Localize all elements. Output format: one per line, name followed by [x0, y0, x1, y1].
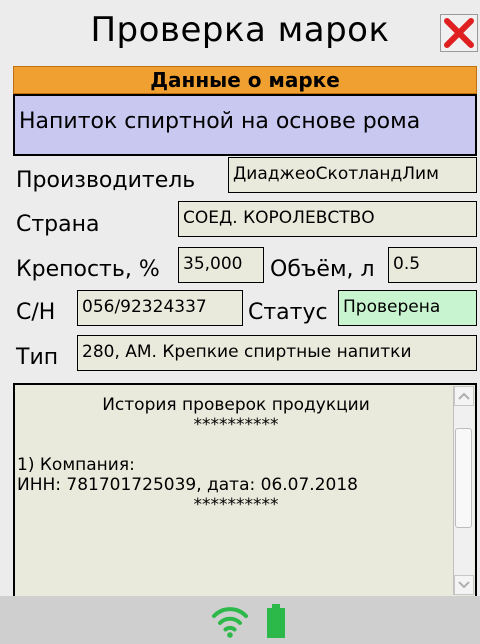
- serial-field: 056/92324337: [77, 290, 243, 326]
- status-field: Проверена: [338, 290, 477, 326]
- strength-field: 35,000: [178, 247, 264, 283]
- scroll-thumb[interactable]: [455, 428, 472, 528]
- battery-icon: [267, 604, 285, 638]
- history-line-company: 1) Компания:: [17, 455, 135, 475]
- volume-label: Объём, л: [270, 257, 375, 282]
- history-scrollbar[interactable]: [453, 386, 474, 595]
- chevron-down-icon: [458, 581, 470, 589]
- history-line-inn: ИНН: 781701725039, дата: 06.07.2018: [17, 475, 358, 495]
- manufacturer-label: Производитель: [16, 168, 196, 193]
- volume-field: 0.5: [388, 247, 477, 283]
- history-textbox[interactable]: История проверок продукции ********** 1)…: [13, 383, 477, 598]
- country-label: Страна: [16, 212, 100, 237]
- scroll-up-button[interactable]: [454, 386, 474, 406]
- country-field: СОЕД. КОРОЛЕВСТВО: [178, 201, 477, 237]
- close-button[interactable]: [440, 14, 478, 52]
- type-field: 280, АМ. Крепкие спиртные напитки: [77, 335, 477, 371]
- close-icon: [444, 18, 474, 48]
- status-bar: [0, 596, 480, 644]
- title-bar: Проверка марок: [0, 0, 480, 60]
- history-title: История проверок продукции: [102, 395, 370, 415]
- status-label: Статус: [248, 300, 328, 325]
- scroll-down-button[interactable]: [454, 575, 474, 595]
- stamp-data-header: Данные о марке: [13, 66, 477, 94]
- type-label: Тип: [16, 345, 59, 370]
- window-title: Проверка марок: [90, 10, 390, 50]
- history-separator: **********: [193, 415, 279, 435]
- product-name-field: Напиток спиртной на основе рома: [13, 94, 477, 156]
- manufacturer-field: ДиаджеоСкотландЛим: [228, 157, 477, 193]
- history-separator-end: **********: [193, 495, 279, 515]
- history-content: История проверок продукции ********** 1)…: [17, 395, 455, 515]
- serial-label: С/Н: [16, 300, 56, 325]
- wifi-icon: [212, 607, 248, 638]
- strength-label: Крепость, %: [16, 257, 160, 282]
- chevron-up-icon: [458, 392, 470, 400]
- history-spacer: [17, 435, 455, 455]
